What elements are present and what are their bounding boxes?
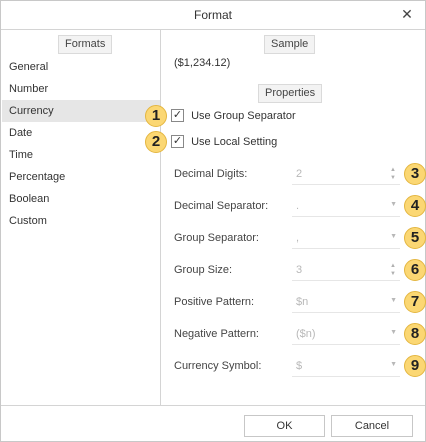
- negative-pattern-label: Negative Pattern:: [174, 328, 259, 340]
- decimal-digits-label: Decimal Digits:: [174, 168, 248, 180]
- format-item-date[interactable]: Date: [2, 122, 160, 144]
- callout-3: 3: [404, 163, 426, 185]
- group-separator-label: Group Separator:: [174, 232, 259, 244]
- group-size-spinner[interactable]: 3 ▲ ▼: [292, 260, 400, 281]
- decimal-digits-spinner[interactable]: 2 ▲ ▼: [292, 164, 400, 185]
- formats-list: General Number Currency Date Time Percen…: [2, 56, 160, 232]
- callout-7: 7: [404, 291, 426, 313]
- chevron-down-icon[interactable]: ▼: [390, 201, 397, 208]
- currency-symbol-dropdown[interactable]: $ ▼: [292, 356, 400, 377]
- chevron-down-icon[interactable]: ▼: [390, 361, 397, 368]
- chevron-down-icon[interactable]: ▼: [390, 233, 397, 240]
- spin-down-icon[interactable]: ▼: [390, 175, 396, 181]
- currency-symbol-label: Currency Symbol:: [174, 360, 262, 372]
- callout-2: 2: [145, 131, 167, 153]
- format-item-custom[interactable]: Custom: [2, 210, 160, 232]
- spin-down-icon[interactable]: ▼: [390, 271, 396, 277]
- group-size-row: Group Size: 3 ▲ ▼: [174, 260, 402, 282]
- decimal-separator-label: Decimal Separator:: [174, 200, 269, 212]
- callout-4: 4: [404, 195, 426, 217]
- group-separator-row: Group Separator: , ▼: [174, 228, 402, 250]
- format-item-number[interactable]: Number: [2, 78, 160, 100]
- format-item-percentage[interactable]: Percentage: [2, 166, 160, 188]
- currency-symbol-row: Currency Symbol: $ ▼: [174, 356, 402, 378]
- positive-pattern-value: $n: [296, 296, 309, 308]
- negative-pattern-dropdown[interactable]: ($n) ▼: [292, 324, 400, 345]
- use-group-separator-label: Use Group Separator: [191, 110, 296, 123]
- ok-button[interactable]: OK: [244, 415, 325, 437]
- use-group-separator-checkbox[interactable]: ✓: [171, 108, 184, 122]
- callout-1: 1: [145, 105, 167, 127]
- callout-8: 8: [404, 323, 426, 345]
- decimal-separator-row: Decimal Separator: . ▼: [174, 196, 402, 218]
- group-size-label: Group Size:: [174, 264, 233, 276]
- close-icon[interactable]: ✕: [399, 6, 415, 22]
- sample-header: Sample: [264, 35, 316, 54]
- title-divider: [1, 29, 425, 30]
- use-local-setting-label: Use Local Setting: [191, 136, 278, 149]
- chevron-down-icon[interactable]: ▼: [390, 297, 397, 304]
- use-group-separator-row: ✓ Use Group Separator: [171, 108, 296, 124]
- decimal-digits-row: Decimal Digits: 2 ▲ ▼: [174, 164, 402, 186]
- negative-pattern-value: ($n): [296, 328, 316, 340]
- format-item-boolean[interactable]: Boolean: [2, 188, 160, 210]
- callout-6: 6: [404, 259, 426, 281]
- format-item-time[interactable]: Time: [2, 144, 160, 166]
- decimal-separator-dropdown[interactable]: . ▼: [292, 196, 400, 217]
- use-local-setting-row: ✓ Use Local Setting: [171, 134, 277, 150]
- negative-pattern-row: Negative Pattern: ($n) ▼: [174, 324, 402, 346]
- formats-header: Formats: [58, 35, 113, 54]
- cancel-button[interactable]: Cancel: [331, 415, 413, 437]
- decimal-separator-value: .: [296, 200, 300, 212]
- group-separator-value: ,: [296, 232, 300, 244]
- properties-header: Properties: [258, 84, 323, 103]
- footer-divider: [1, 405, 425, 406]
- decimal-digits-value: 2: [296, 168, 303, 180]
- pane-divider: [160, 30, 161, 405]
- format-item-general[interactable]: General: [2, 56, 160, 78]
- format-dialog: Format ✕ Formats General Number Currency…: [0, 0, 426, 442]
- use-local-setting-checkbox[interactable]: ✓: [171, 134, 184, 148]
- callout-9: 9: [404, 355, 426, 377]
- positive-pattern-dropdown[interactable]: $n ▼: [292, 292, 400, 313]
- positive-pattern-row: Positive Pattern: $n ▼: [174, 292, 402, 314]
- chevron-down-icon[interactable]: ▼: [390, 329, 397, 336]
- group-separator-dropdown[interactable]: , ▼: [292, 228, 400, 249]
- callout-5: 5: [404, 227, 426, 249]
- title-bar: Format ✕: [1, 1, 425, 29]
- dialog-title: Format: [193, 8, 232, 22]
- group-size-value: 3: [296, 264, 303, 276]
- positive-pattern-label: Positive Pattern:: [174, 296, 255, 308]
- sample-value: ($1,234.12): [174, 57, 231, 69]
- spin-up-icon[interactable]: ▲: [390, 167, 396, 173]
- spin-up-icon[interactable]: ▲: [390, 263, 396, 269]
- currency-symbol-value: $: [296, 360, 303, 372]
- format-item-currency[interactable]: Currency: [2, 100, 160, 122]
